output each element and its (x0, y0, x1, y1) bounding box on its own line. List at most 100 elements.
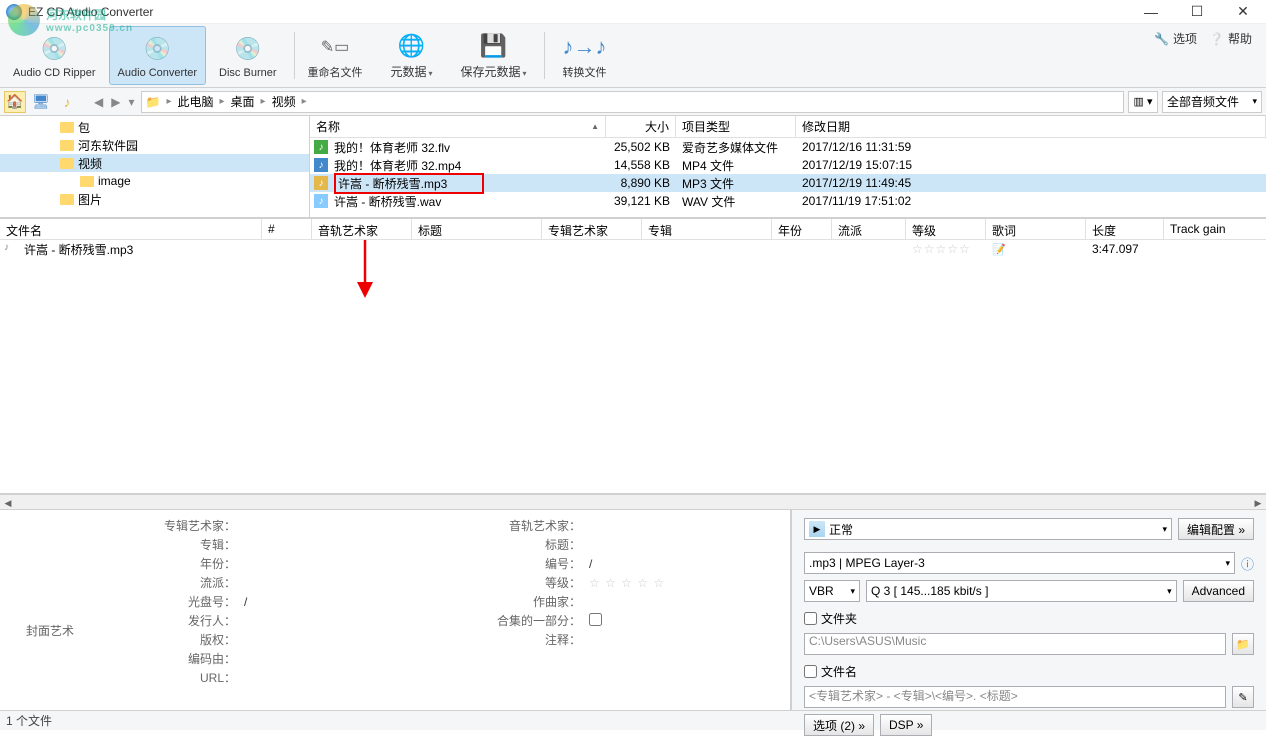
scroll-right-button[interactable]: ▶ (1250, 495, 1266, 511)
bitrate-mode-dropdown[interactable]: VBR▾ (804, 580, 860, 602)
metadata-button[interactable]: 🌐 元数据▾ (376, 26, 448, 85)
quality-dropdown[interactable]: Q 3 [ 145...185 kbit/s ]▾ (866, 580, 1177, 602)
output-filename-checkbox[interactable] (804, 665, 817, 678)
file-type: MP4 文件 (676, 157, 796, 174)
queue-rating[interactable]: ☆☆☆☆☆ (906, 242, 986, 256)
metadata-label: 元数据▾ (391, 63, 433, 80)
chevron-right-icon: ▸ (166, 96, 171, 107)
col-name[interactable]: 名称 (310, 116, 606, 137)
col-lyrics[interactable]: 歌词 (986, 219, 1086, 239)
col-genre[interactable]: 流派 (832, 219, 906, 239)
col-length[interactable]: 长度 (1086, 219, 1164, 239)
options-link[interactable]: 🔧选项 (1154, 30, 1197, 47)
label-publisher: 发行人： (90, 612, 240, 629)
tree-item[interactable]: 视频 (0, 154, 309, 172)
options-dropdown-button[interactable]: 选项 (2) » (804, 714, 874, 736)
file-row[interactable]: ♪我的！体育老师 32.flv25,502 KB爱奇艺多媒体文件2017/12/… (310, 138, 1266, 156)
folder-icon (60, 158, 74, 169)
queue-lyrics-icon[interactable]: 📝 (986, 243, 1086, 256)
browse-folder-button[interactable]: 📁 (1232, 633, 1254, 655)
col-filename[interactable]: 文件名 (0, 219, 262, 239)
tree-item[interactable]: 图片 (0, 190, 309, 208)
format-info-icon[interactable]: ⓘ (1241, 554, 1254, 573)
desktop-button[interactable]: 🖥 (30, 91, 52, 113)
col-date[interactable]: 修改日期 (796, 116, 1266, 137)
chevron-down-icon: ▾ (523, 69, 527, 78)
watermark-logo-icon (8, 4, 40, 36)
nav-forward-button[interactable]: ▶ (109, 95, 122, 109)
chevron-right-icon: ▸ (302, 96, 307, 107)
help-link[interactable]: ❔帮助 (1209, 30, 1252, 47)
col-index[interactable]: # (262, 219, 312, 239)
file-list[interactable]: ♪我的！体育老师 32.flv25,502 KB爱奇艺多媒体文件2017/12/… (310, 138, 1266, 217)
tree-item[interactable]: image (0, 172, 309, 190)
file-list-pane: 名称 大小 项目类型 修改日期 ♪我的！体育老师 32.flv25,502 KB… (310, 116, 1266, 217)
preset-dropdown[interactable]: ▶正常 ▾ (804, 518, 1172, 540)
home-button[interactable]: 🏠 (4, 91, 26, 113)
breadcrumb[interactable]: 📁 ▸ 此电脑 ▸ 桌面 ▸ 视频 ▸ (141, 91, 1125, 113)
file-filter-dropdown[interactable]: 全部音频文件 ▾ (1162, 91, 1262, 113)
disc-burner-button[interactable]: 💿 Disc Burner (210, 26, 285, 85)
file-row[interactable]: ♪许嵩 - 断桥残雪.wav39,121 KBWAV 文件2017/11/19 … (310, 192, 1266, 210)
cover-art-label: 封面艺术 (26, 622, 74, 639)
horizontal-scrollbar[interactable]: ◀ ▶ (0, 494, 1266, 510)
file-type-icon: ♪ (314, 194, 328, 208)
label-trackno: 编号： (435, 555, 585, 572)
rename-files-button[interactable]: ✎▭ 重命名文件 (299, 26, 372, 85)
filter-label: 全部音频文件 (1167, 93, 1239, 110)
nav-history-button[interactable]: ▾ (126, 95, 136, 109)
file-type-icon: ♪ (314, 176, 328, 190)
col-title[interactable]: 标题 (412, 219, 542, 239)
folder-tree[interactable]: 包河东软件园视频 image 图片 (0, 116, 310, 217)
col-trackgain[interactable]: Track gain (1164, 219, 1266, 239)
file-row[interactable]: ♪我的！体育老师 32.mp414,558 KBMP4 文件2017/12/19… (310, 156, 1266, 174)
cd-ripper-label: Audio CD Ripper (13, 67, 96, 79)
filename-template-button[interactable]: ✎ (1232, 686, 1254, 708)
file-date: 2017/11/19 17:51:02 (796, 194, 917, 208)
file-date: 2017/12/16 11:31:59 (796, 140, 917, 154)
col-album[interactable]: 专辑 (642, 219, 772, 239)
close-button[interactable]: ✕ (1220, 0, 1266, 24)
minimize-button[interactable]: — (1128, 0, 1174, 24)
save-metadata-button[interactable]: 💾 保存元数据▾ (452, 26, 536, 85)
label-track-artist: 音轨艺术家： (435, 517, 585, 534)
compilation-checkbox[interactable] (589, 613, 602, 626)
tree-item-label: image (98, 174, 131, 188)
format-dropdown[interactable]: .mp3 | MPEG Layer-3 ▾ (804, 552, 1235, 574)
col-rating[interactable]: 等级 (906, 219, 986, 239)
col-type[interactable]: 项目类型 (676, 116, 796, 137)
label-rating: 等级： (435, 574, 585, 591)
advanced-button[interactable]: Advanced (1183, 580, 1254, 602)
col-size[interactable]: 大小 (606, 116, 676, 137)
output-folder-checkbox[interactable] (804, 612, 817, 625)
col-album-artist[interactable]: 专辑艺术家 (542, 219, 642, 239)
maximize-button[interactable]: ☐ (1174, 0, 1220, 24)
music-button[interactable]: ♪ (56, 91, 78, 113)
edit-config-button[interactable]: 编辑配置 » (1178, 518, 1254, 540)
folder-icon (80, 176, 94, 187)
tree-item-label: 包 (78, 119, 90, 136)
output-folder-input[interactable]: C:\Users\ASUS\Music (804, 633, 1226, 655)
convert-files-button[interactable]: ♪→♪ 转换文件 (549, 26, 621, 85)
tree-item[interactable]: 包 (0, 118, 309, 136)
folder-icon (60, 122, 74, 133)
audio-file-icon: ♪ (4, 242, 18, 256)
dsp-dropdown-button[interactable]: DSP » (880, 714, 932, 736)
save-metadata-icon: 💾 (478, 31, 510, 61)
nav-back-button[interactable]: ◀ (92, 95, 105, 109)
col-track-artist[interactable]: 音轨艺术家 (312, 219, 412, 239)
output-folder-label: 文件夹 (821, 610, 857, 627)
cover-art-box[interactable]: 封面艺术 (10, 556, 90, 704)
wrench-icon: 🔧 (1154, 32, 1169, 46)
breadcrumb-segment[interactable]: 视频 (272, 93, 296, 110)
breadcrumb-segment[interactable]: 此电脑 (177, 93, 213, 110)
scroll-left-button[interactable]: ◀ (0, 495, 16, 511)
file-row[interactable]: ♪许嵩 - 断桥残雪.mp38,890 KBMP3 文件2017/12/19 1… (310, 174, 1266, 192)
queue-list[interactable]: ♪ 许嵩 - 断桥残雪.mp3 ☆☆☆☆☆ 📝 3:47.097 (0, 240, 1266, 494)
col-year[interactable]: 年份 (772, 219, 832, 239)
breadcrumb-segment[interactable]: 桌面 (231, 93, 255, 110)
view-mode-button[interactable]: ▥ ▾ (1128, 91, 1158, 113)
tree-item[interactable]: 河东软件园 (0, 136, 309, 154)
queue-row[interactable]: ♪ 许嵩 - 断桥残雪.mp3 ☆☆☆☆☆ 📝 3:47.097 (0, 240, 1266, 258)
output-filename-input[interactable]: <专辑艺术家> - <专辑>\<编号>. <标题> (804, 686, 1226, 708)
